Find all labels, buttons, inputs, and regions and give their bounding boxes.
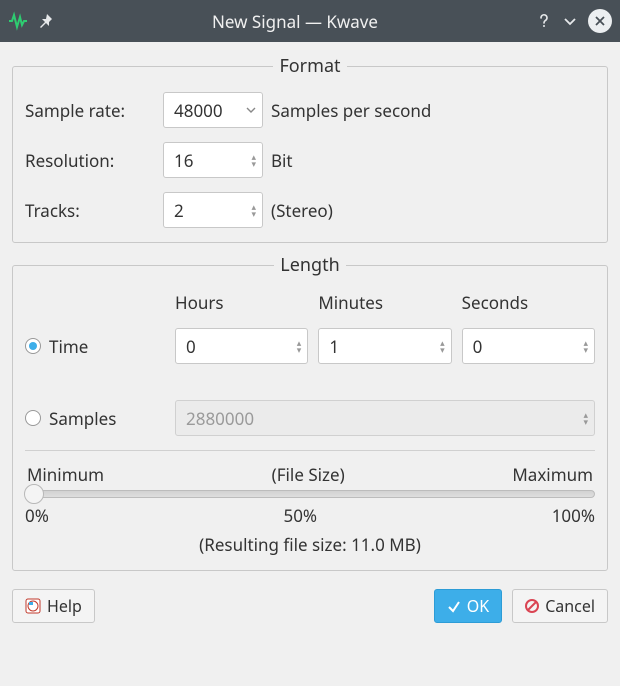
format-legend: Format <box>273 54 346 78</box>
minutes-spinbox[interactable]: 1 ▴▾ <box>318 328 451 364</box>
resolution-unit: Bit <box>271 149 595 172</box>
seconds-header: Seconds <box>462 291 595 314</box>
resolution-spinbox[interactable]: 16 ▴▾ <box>163 142 263 178</box>
cancel-button[interactable]: Cancel <box>512 589 608 623</box>
hours-value: 0 <box>186 335 196 358</box>
tick-right: 100% <box>552 504 595 527</box>
minutes-value: 1 <box>329 335 339 358</box>
tick-left: 0% <box>25 504 49 527</box>
spin-arrows-icon: ▴▾ <box>297 339 302 353</box>
resolution-label: Resolution: <box>25 149 155 172</box>
spin-arrows-icon: ▴▾ <box>583 339 588 353</box>
help-icon[interactable] <box>536 13 552 29</box>
sample-rate-combo[interactable]: 48000 <box>163 92 263 128</box>
slider-thumb[interactable] <box>24 484 44 504</box>
minimum-label: Minimum <box>27 463 104 486</box>
length-legend: Length <box>274 253 345 277</box>
spin-arrows-icon: ▴▾ <box>440 339 445 353</box>
help-icon <box>25 598 41 614</box>
resulting-filesize: (Resulting file size: 11.0 MB) <box>25 527 595 558</box>
check-icon <box>447 599 461 613</box>
samples-spinbox: 2880000 ▴▾ <box>175 400 595 436</box>
separator <box>25 450 595 451</box>
radio-samples[interactable]: Samples <box>25 407 165 430</box>
tick-mid: 50% <box>283 504 317 527</box>
filesize-labels: Minimum (File Size) Maximum <box>25 463 595 486</box>
radio-samples-label: Samples <box>49 407 116 430</box>
tracks-spinbox[interactable]: 2 ▴▾ <box>163 192 263 228</box>
hours-spinbox[interactable]: 0 ▴▾ <box>175 328 308 364</box>
chevron-down-icon <box>246 107 256 113</box>
format-group: Format Sample rate: 48000 Samples per se… <box>12 54 608 243</box>
app-icon <box>8 11 28 31</box>
close-button[interactable] <box>588 9 612 33</box>
tracks-label: Tracks: <box>25 199 155 222</box>
sample-rate-label: Sample rate: <box>25 99 155 122</box>
tracks-value: 2 <box>174 199 184 222</box>
resolution-value: 16 <box>174 149 193 172</box>
filesize-center-label: (File Size) <box>272 463 345 486</box>
radio-icon <box>25 410 41 426</box>
minimize-icon[interactable] <box>562 13 578 29</box>
radio-icon <box>25 338 41 354</box>
window-title: New Signal — Kwave <box>54 13 536 30</box>
length-group: Length Hours Minutes Seconds Time 0 ▴▾ 1… <box>12 253 608 571</box>
help-button-label: Help <box>47 595 82 617</box>
seconds-spinbox[interactable]: 0 ▴▾ <box>462 328 595 364</box>
slider-ticks: 0% 50% 100% <box>25 498 595 527</box>
button-bar: Help OK Cancel <box>0 583 620 635</box>
help-button[interactable]: Help <box>12 589 95 623</box>
sample-rate-unit: Samples per second <box>271 99 595 122</box>
radio-time-label: Time <box>49 335 88 358</box>
filesize-slider[interactable] <box>25 490 595 498</box>
titlebar: New Signal — Kwave <box>0 0 620 42</box>
spin-arrows-icon: ▴▾ <box>251 153 256 167</box>
minutes-header: Minutes <box>318 291 451 314</box>
cancel-button-label: Cancel <box>545 595 595 617</box>
ok-button-label: OK <box>467 595 489 617</box>
pin-icon[interactable] <box>38 13 54 29</box>
cancel-icon <box>525 599 539 613</box>
radio-time[interactable]: Time <box>25 335 165 358</box>
samples-value: 2880000 <box>186 407 254 430</box>
tracks-unit: (Stereo) <box>271 199 595 222</box>
seconds-value: 0 <box>473 335 483 358</box>
sample-rate-value: 48000 <box>174 99 223 122</box>
ok-button[interactable]: OK <box>434 589 502 623</box>
hours-header: Hours <box>175 291 308 314</box>
spin-arrows-icon: ▴▾ <box>251 203 256 217</box>
spin-arrows-icon: ▴▾ <box>583 411 588 425</box>
maximum-label: Maximum <box>512 463 593 486</box>
